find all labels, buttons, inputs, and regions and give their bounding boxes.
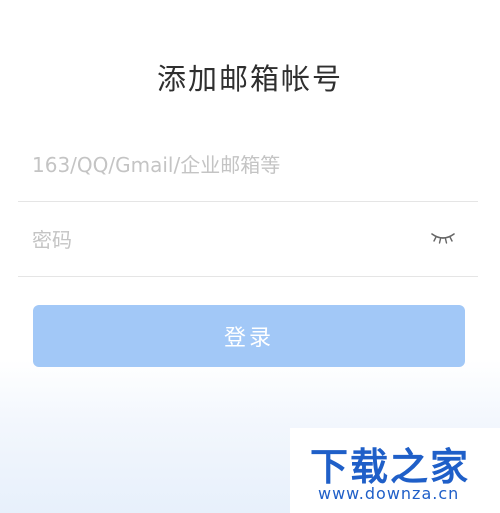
watermark-logo: 下载之家 xyxy=(310,445,471,489)
email-field-row xyxy=(18,128,478,202)
watermark: 下载之家 www.downza.cn xyxy=(290,428,500,513)
email-input[interactable] xyxy=(32,128,432,202)
eye-closed-icon[interactable] xyxy=(430,231,456,247)
page-title: 添加邮箱帐号 xyxy=(156,62,343,96)
login-button[interactable]: 登录 xyxy=(33,305,465,367)
password-field-row xyxy=(18,203,478,277)
password-input[interactable] xyxy=(32,203,432,277)
watermark-url: www.downza.cn xyxy=(318,484,460,503)
